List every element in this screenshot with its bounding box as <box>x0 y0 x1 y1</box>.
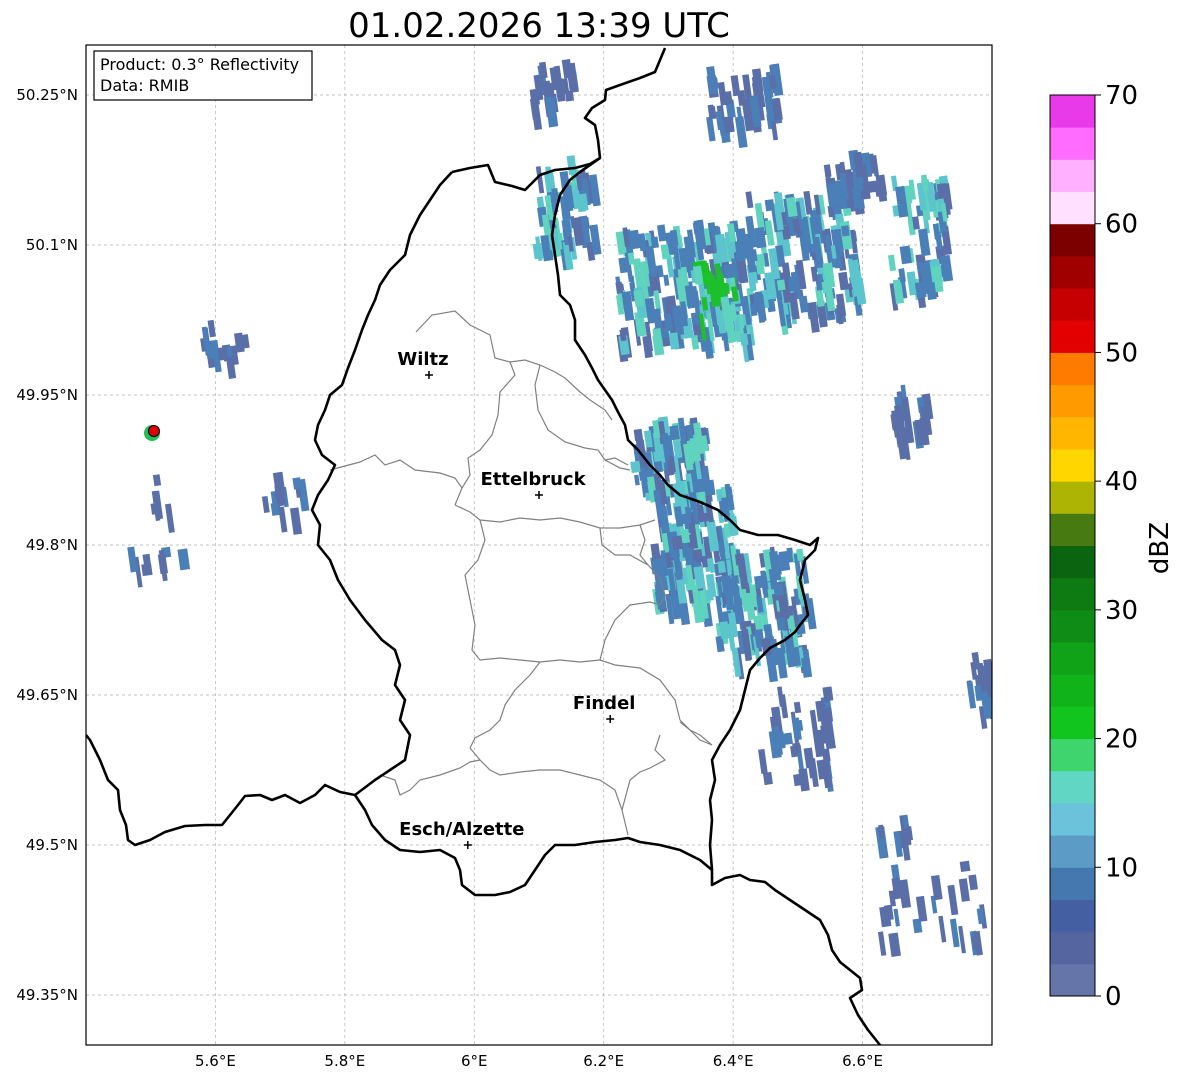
colorbar-swatch <box>1050 481 1095 514</box>
echo-cell <box>959 860 971 873</box>
x-tick-label: 6.6°E <box>842 1052 883 1070</box>
info-box: Product: 0.3° Reflectivity Data: RMIB <box>93 50 313 101</box>
echo-cell <box>995 686 1004 700</box>
colorbar-swatch <box>1050 191 1095 225</box>
radar-site-icon <box>147 425 160 437</box>
colorbar-swatch <box>1050 288 1095 321</box>
colorbar-swatch <box>1050 352 1095 386</box>
colorbar-swatch <box>1050 513 1095 546</box>
echo-cell <box>820 731 832 744</box>
x-tick-label: 6.4°E <box>713 1052 754 1070</box>
echo-cell <box>773 583 785 596</box>
colorbar-swatch <box>1050 545 1095 579</box>
x-tick-label: 6.2°E <box>583 1052 624 1070</box>
x-axis-ticks: 5.6°E 5.8°E 6°E 6.2°E 6.4°E 6.6°E <box>195 1052 883 1070</box>
colorbar-swatch <box>1050 95 1095 128</box>
echo-cell <box>734 553 746 566</box>
echo-cell <box>821 280 832 294</box>
x-tick-label: 6°E <box>461 1052 488 1070</box>
echo-cell <box>994 666 1004 680</box>
echo-cell <box>783 732 793 745</box>
echo-cell <box>764 199 775 212</box>
map-panel: Wiltz Ettelbruck Findel Esch/Alzette Produc… <box>85 44 1006 1046</box>
colorbar-swatch <box>1050 738 1095 772</box>
radar-figure: 01.02.2026 13:39 UTC WiltzEttelbruckFind… <box>16 6 1175 1070</box>
y-tick-label: 49.8°N <box>26 536 78 554</box>
colorbar-swatch <box>1050 448 1095 482</box>
chart-title: 01.02.2026 13:39 UTC <box>348 6 730 46</box>
echo-cell <box>792 742 802 754</box>
colorbar-tick-label: 60 <box>1105 210 1138 240</box>
echo-cell <box>762 771 773 786</box>
echo-cell <box>993 662 1001 684</box>
colorbar-tick-label: 70 <box>1105 81 1138 111</box>
colorbar-swatch <box>1050 416 1095 450</box>
echo-cell <box>292 477 302 490</box>
city-label: Esch/Alzette <box>399 819 524 840</box>
echo-cell <box>141 563 153 577</box>
echo-cell <box>633 428 644 442</box>
colorbar: 0 10 20 30 40 50 60 70 dBZ <box>1049 81 1175 1012</box>
colorbar-label: dBZ <box>1145 522 1175 574</box>
echo-cell <box>238 334 250 349</box>
echo-cell <box>723 263 735 279</box>
info-product: Product: 0.3° Reflectivity <box>100 55 299 74</box>
echo-cell <box>776 279 786 291</box>
colorbar-tick-label: 30 <box>1105 596 1138 626</box>
colorbar-swatch <box>1050 223 1095 257</box>
colorbar-tick-label: 0 <box>1105 982 1122 1012</box>
echo-cell <box>630 460 641 474</box>
echo-cell <box>753 292 764 304</box>
colorbar-swatch <box>1050 931 1095 965</box>
colorbar-tick-label: 50 <box>1105 338 1138 368</box>
x-tick-label: 5.8°E <box>324 1052 365 1070</box>
colorbar-swatch <box>1050 577 1095 611</box>
colorbar-swatch <box>1050 255 1095 289</box>
echo-cell <box>993 693 1006 725</box>
colorbar-swatch <box>1050 770 1095 804</box>
y-axis-ticks: 50.25°N 50.1°N 49.95°N 49.8°N 49.65°N 49.5°N 4… <box>16 86 78 1004</box>
echo-cell <box>557 78 570 95</box>
colorbar-swatch <box>1050 159 1095 193</box>
colorbar-swatch <box>1050 127 1095 160</box>
city-label: Wiltz <box>397 349 448 370</box>
colorbar-tick-label: 10 <box>1105 853 1138 883</box>
y-tick-label: 50.25°N <box>16 86 78 104</box>
echo-cell <box>994 671 1004 685</box>
echo-cell <box>671 535 684 551</box>
echo-cell <box>841 225 850 237</box>
colorbar-swatch <box>1050 320 1095 353</box>
y-tick-label: 49.35°N <box>16 986 78 1004</box>
colorbar-swatch <box>1050 706 1095 740</box>
y-tick-label: 49.95°N <box>16 386 78 404</box>
colorbar-swatch <box>1050 963 1095 997</box>
colorbar-swatch <box>1050 384 1095 418</box>
colorbar-swatches <box>1050 95 1095 997</box>
colorbar-swatch <box>1050 802 1095 836</box>
colorbar-swatch <box>1050 867 1095 900</box>
colorbar-ticks: 0 10 20 30 40 50 60 70 <box>1095 81 1138 1012</box>
y-tick-label: 50.1°N <box>26 236 78 254</box>
y-tick-label: 49.65°N <box>16 686 78 704</box>
colorbar-swatch <box>1050 899 1095 933</box>
echo-cell <box>822 686 834 702</box>
y-tick-label: 49.5°N <box>26 836 78 854</box>
colorbar-swatch <box>1050 835 1095 868</box>
radar-site-marker <box>144 425 160 441</box>
city-label: Findel <box>573 693 636 714</box>
colorbar-swatch <box>1050 674 1095 707</box>
echo-cell <box>217 346 228 361</box>
echo-cell <box>722 116 735 133</box>
colorbar-swatch <box>1050 642 1095 675</box>
colorbar-swatch <box>1050 609 1095 643</box>
colorbar-tick-label: 40 <box>1105 467 1138 497</box>
colorbar-tick-label: 20 <box>1105 725 1138 755</box>
info-source: Data: RMIB <box>100 76 189 95</box>
x-tick-label: 5.6°E <box>195 1052 236 1070</box>
city-label: Ettelbruck <box>480 469 586 490</box>
